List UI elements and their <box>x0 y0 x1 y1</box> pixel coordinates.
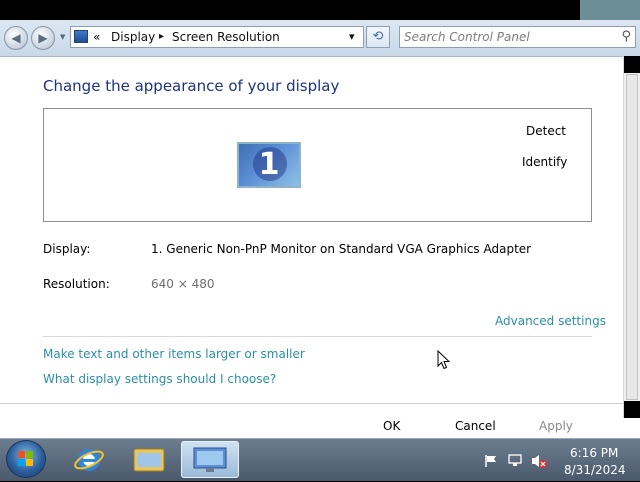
address-bar[interactable]: « Display ▸ Screen Resolution ▾ <box>70 26 364 48</box>
display-select[interactable]: 1. Generic Non-PnP Monitor on Standard V… <box>151 242 531 256</box>
breadcrumb-separator-icon[interactable]: ▸ <box>159 30 164 44</box>
mouse-cursor-icon <box>437 350 451 370</box>
folder-icon <box>133 448 165 472</box>
control-panel-icon <box>74 30 88 43</box>
network-icon[interactable] <box>507 453 523 467</box>
detect-button[interactable]: Detect <box>526 124 566 138</box>
taskbar-internet-explorer[interactable] <box>60 441 118 478</box>
resolution-label: Resolution: <box>43 277 110 291</box>
breadcrumb-display[interactable]: Display <box>111 30 155 44</box>
vertical-scrollbar[interactable] <box>623 56 640 418</box>
search-icon[interactable]: ⚲ <box>621 29 631 44</box>
page-title: Change the appearance of your display <box>43 77 340 95</box>
taskbar-control-panel[interactable] <box>181 441 239 478</box>
breadcrumb-overflow[interactable]: « <box>93 30 100 44</box>
ok-button[interactable]: OK <box>383 419 400 433</box>
window-title-bar <box>0 0 640 20</box>
recent-pages-dropdown[interactable]: ▼ <box>60 33 68 41</box>
display-settings-icon <box>193 447 227 472</box>
breadcrumb-screen-resolution[interactable]: Screen Resolution <box>172 30 280 44</box>
refresh-button[interactable]: ⟲ <box>366 26 390 48</box>
taskbar-file-explorer[interactable] <box>120 441 178 478</box>
forward-arrow-icon: ▶ <box>38 31 48 45</box>
refresh-icon: ⟲ <box>372 29 384 44</box>
clock-time[interactable]: 6:16 PM <box>570 446 618 460</box>
back-button[interactable]: ◀ <box>4 26 28 50</box>
display-label: Display: <box>43 242 91 256</box>
start-button[interactable] <box>6 440 46 478</box>
resolution-select[interactable]: 640 × 480 <box>151 277 215 291</box>
dialog-button-divider <box>0 403 624 404</box>
scroll-up-arrow[interactable] <box>624 56 640 73</box>
text-size-link[interactable]: Make text and other items larger or smal… <box>43 347 305 361</box>
divider <box>43 336 592 337</box>
scroll-down-arrow[interactable] <box>624 401 640 418</box>
search-box[interactable]: ⚲ <box>399 26 636 48</box>
clock-date[interactable]: 8/31/2024 <box>564 463 626 477</box>
monitor-1-icon[interactable]: 1 <box>237 142 301 188</box>
advanced-settings-link[interactable]: Advanced settings <box>495 314 606 328</box>
display-settings-help-link[interactable]: What display settings should I choose? <box>43 372 276 386</box>
identify-button[interactable]: Identify <box>522 155 567 169</box>
apply-button[interactable]: Apply <box>539 419 573 433</box>
title-bar-controls <box>580 0 640 20</box>
forward-button[interactable]: ▶ <box>31 26 55 50</box>
monitor-number: 1 <box>258 147 280 182</box>
address-dropdown-icon[interactable]: ▾ <box>349 30 355 44</box>
monitor-arrangement-area[interactable] <box>43 108 592 222</box>
back-arrow-icon: ◀ <box>11 31 21 45</box>
internet-explorer-icon <box>74 449 104 471</box>
action-center-flag-icon[interactable] <box>484 453 498 467</box>
windows-logo-icon <box>18 451 33 466</box>
scrollbar-thumb[interactable] <box>626 74 638 400</box>
search-input[interactable] <box>404 29 604 45</box>
volume-muted-icon[interactable] <box>531 453 547 469</box>
cancel-button[interactable]: Cancel <box>455 419 496 433</box>
